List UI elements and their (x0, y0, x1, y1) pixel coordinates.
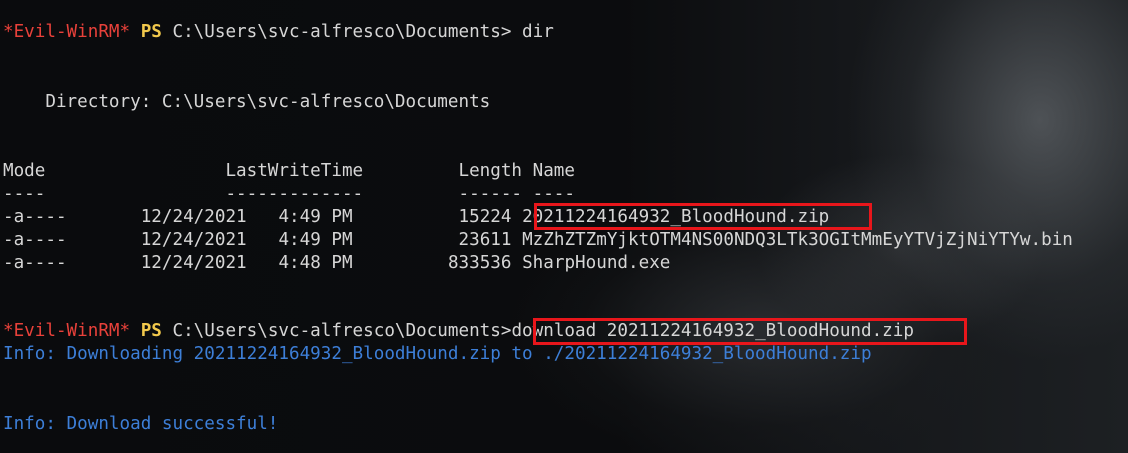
ps-label: PS (140, 22, 162, 42)
file-mode: -a---- (3, 230, 67, 250)
table-row: -a---- 12/24/2021 4:48 PM 833536 SharpHo… (3, 252, 670, 275)
table-header-underline: ---- ------------- ------ ---- (3, 184, 575, 204)
file-mode: -a---- (3, 207, 67, 227)
terminal-window[interactable]: *Evil-WinRM* PS C:\Users\svc-alfresco\Do… (0, 0, 1128, 453)
ps-label: PS (140, 321, 162, 341)
info-downloading: Info: Downloading 20211224164932_BloodHo… (3, 344, 872, 364)
directory-line: Directory: C:\Users\svc-alfresco\Documen… (3, 92, 491, 112)
prompt-line-dir: *Evil-WinRM* PS C:\Users\svc-alfresco\Do… (3, 21, 554, 44)
evil-winrm-label: *Evil-WinRM* (3, 321, 131, 341)
file-name: 20211224164932_BloodHound.zip (522, 207, 830, 227)
file-time: 4:49 PM (278, 207, 353, 227)
download-command-text: download 20211224164932_BloodHound.zip (511, 321, 914, 341)
prompt-path: C:\Users\svc-alfresco\Documents> (172, 22, 512, 42)
file-name: MzZhZTZmYjktOTM4NS00NDQ3LTk3OGItMmEyYTVj… (522, 230, 1073, 250)
file-length: 23611 (458, 230, 512, 250)
file-name: SharpHound.exe (522, 253, 671, 273)
file-date: 12/24/2021 (140, 230, 247, 250)
file-time: 4:48 PM (278, 253, 353, 273)
prompt-path: C:\Users\svc-alfresco\Documents> (172, 321, 512, 341)
command-text: dir (522, 22, 554, 42)
file-date: 12/24/2021 (140, 207, 247, 227)
info-download-successful: Info: Download successful! (3, 414, 279, 434)
file-mode: -a---- (3, 253, 67, 273)
prompt-line-download: *Evil-WinRM* PS C:\Users\svc-alfresco\Do… (3, 320, 914, 343)
file-time: 4:49 PM (278, 230, 353, 250)
table-header: Mode LastWriteTime Length Name (3, 161, 575, 181)
file-length: 15224 (458, 207, 512, 227)
table-row: -a---- 12/24/2021 4:49 PM 15224 20211224… (3, 206, 829, 229)
file-date: 12/24/2021 (140, 253, 247, 273)
evil-winrm-label: *Evil-WinRM* (3, 22, 131, 42)
file-length: 833536 (447, 253, 512, 273)
table-row: -a---- 12/24/2021 4:49 PM 23611 MzZhZTZm… (3, 229, 1073, 252)
